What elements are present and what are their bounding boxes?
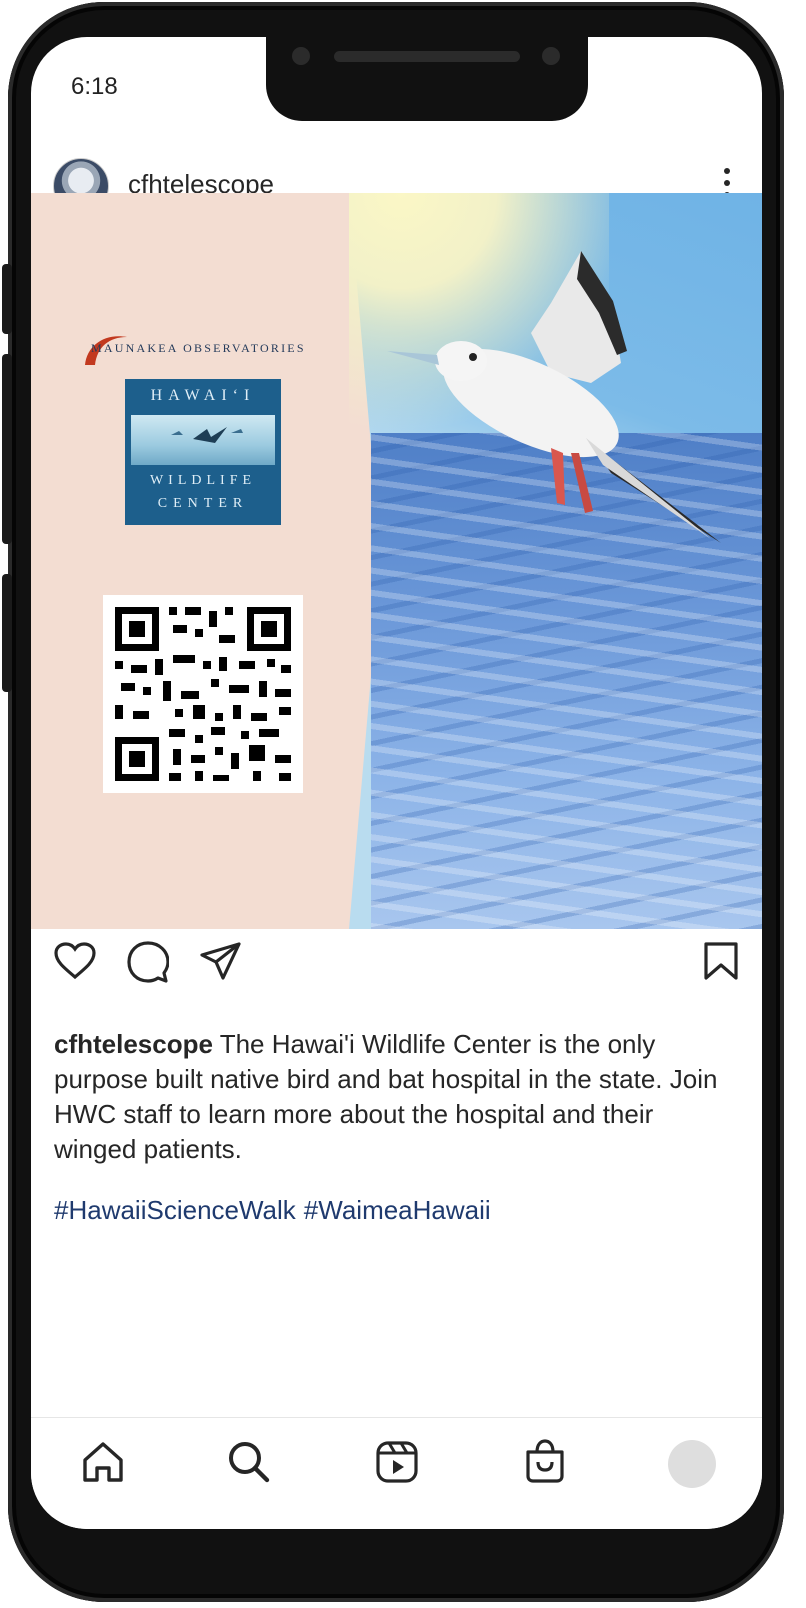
camera-dot [292, 47, 310, 65]
home-icon[interactable] [81, 1440, 125, 1484]
phone-screen: 6:18 cfhtelescope MAUNAKEA OBSERVATORIES [31, 37, 762, 1529]
search-icon[interactable] [227, 1440, 271, 1484]
profile-avatar[interactable] [668, 1440, 716, 1488]
heart-icon[interactable] [53, 941, 97, 981]
shop-icon[interactable] [523, 1438, 567, 1484]
hashtags: #HawaiiScienceWalk #WaimeaHawaii [54, 1195, 499, 1226]
caption-username[interactable]: cfhtelescope [54, 1029, 213, 1059]
sensor-dot [542, 47, 560, 65]
bottom-tab-bar [31, 1417, 762, 1529]
side-button [2, 354, 12, 544]
speaker [334, 51, 520, 62]
hwc-logo: HAWAI‘I WILDLIFE CENTER [125, 379, 281, 525]
post-actions [31, 941, 762, 1001]
bird-illustration [387, 251, 721, 543]
side-button [2, 574, 12, 692]
qr-code[interactable] [103, 595, 303, 793]
share-icon[interactable] [199, 941, 241, 981]
hashtag-link[interactable]: #HawaiiScienceWalk [54, 1195, 296, 1225]
post-caption: cfhtelescope The Hawai'i Wildlife Center… [54, 1027, 734, 1167]
hwc-logo-line1: HAWAI‘I [150, 387, 256, 404]
hwc-logo-line2: WILDLIFE [149, 473, 257, 488]
maunakea-logo-text: MAUNAKEA OBSERVATORIES [91, 341, 306, 355]
reels-icon[interactable] [375, 1440, 419, 1484]
hwc-logo-scene [131, 415, 275, 465]
hwc-logo-line3: CENTER [157, 496, 249, 511]
post-image[interactable]: MAUNAKEA OBSERVATORIES HAWAI‘I WILDLIFE … [31, 193, 762, 929]
status-time: 6:18 [71, 73, 118, 100]
hashtag-link[interactable]: #WaimeaHawaii [304, 1195, 491, 1225]
comment-icon[interactable] [127, 941, 169, 983]
bookmark-icon[interactable] [703, 941, 739, 981]
notch [266, 37, 588, 121]
side-button [2, 264, 12, 334]
